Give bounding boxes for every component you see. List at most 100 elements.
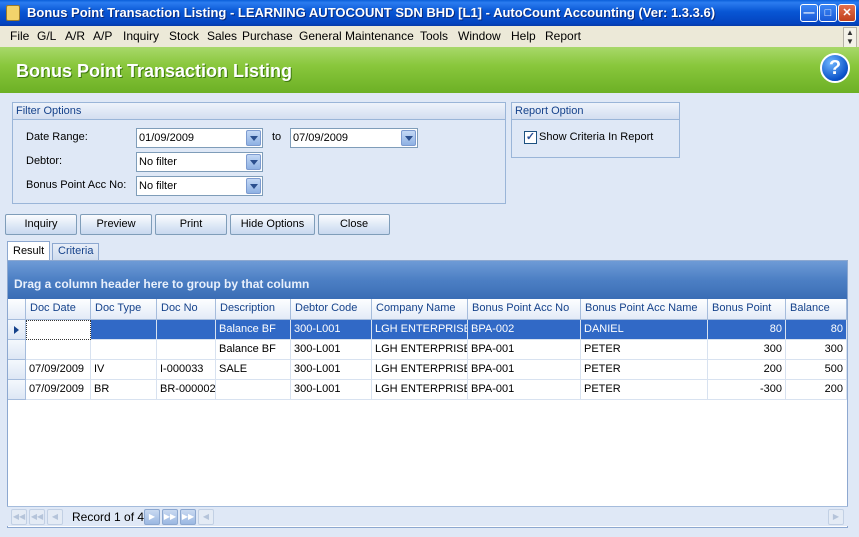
column-header-doc-type[interactable]: Doc Type [91,299,157,320]
cell-bonus-acc-no[interactable]: BPA-001 [468,340,581,360]
group-by-panel[interactable]: Drag a column header here to group by th… [8,261,847,299]
record-counter: Record 1 of 4 [72,510,145,524]
menu-gl[interactable]: G/L [37,29,56,43]
hide-options-button[interactable]: Hide Options [230,214,315,235]
filter-options-group: Filter Options Date Range: 01/09/2009 to… [12,102,506,204]
cell-balance[interactable]: 500 [786,360,847,380]
print-button[interactable]: Print [155,214,227,235]
inquiry-button[interactable]: Inquiry [5,214,77,235]
cell-bonus-acc-name[interactable]: PETER [581,360,708,380]
cell-doc-type[interactable] [91,340,157,360]
close-button[interactable]: Close [318,214,390,235]
menu-tools[interactable]: Tools [420,29,448,43]
cell-description[interactable]: Balance BF [216,320,291,340]
cell-company-name[interactable]: LGH ENTERPRISE [372,380,468,400]
cell-doc-type[interactable]: BR [91,380,157,400]
next-page-icon[interactable]: ▶▶ [162,509,178,525]
help-icon[interactable]: ? [820,53,850,83]
preview-button[interactable]: Preview [80,214,152,235]
cell-doc-type[interactable] [91,320,157,340]
cell-bonus-acc-name[interactable]: DANIEL [581,320,708,340]
table-row[interactable]: 07/09/2009 BR BR-000002 300-L001 LGH ENT… [8,380,847,400]
table-row[interactable]: Balance BF 300-L001 LGH ENTERPRISE BPA-0… [8,320,847,340]
date-to-value: 07/09/2009 [293,132,349,144]
cell-debtor-code[interactable]: 300-L001 [291,380,372,400]
cell-bonus-acc-name[interactable]: PETER [581,380,708,400]
column-header-bonus-acc-name[interactable]: Bonus Point Acc Name [581,299,708,320]
date-from-field[interactable]: 01/09/2009 [136,128,263,148]
cell-doc-type[interactable]: IV [91,360,157,380]
cell-doc-date[interactable]: 07/09/2009 [26,360,91,380]
column-header-doc-date[interactable]: Doc Date [26,299,91,320]
table-row[interactable]: 07/09/2009 IV I-000033 SALE 300-L001 LGH… [8,360,847,380]
minimize-button[interactable]: — [800,4,818,22]
date-to-field[interactable]: 07/09/2009 [290,128,418,148]
cell-doc-no[interactable]: I-000033 [157,360,216,380]
cell-debtor-code[interactable]: 300-L001 [291,340,372,360]
next-record-icon[interactable]: ▶ [144,509,160,525]
menu-purchase[interactable]: Purchase [242,29,293,43]
menu-ar[interactable]: A/R [65,29,85,43]
menu-file[interactable]: File [10,29,29,43]
scroll-left-icon[interactable]: ◀ [198,509,214,525]
cell-bonus-point[interactable]: 200 [708,360,786,380]
menu-ap[interactable]: A/P [93,29,112,43]
cell-company-name[interactable]: LGH ENTERPRISE [372,360,468,380]
tab-result[interactable]: Result [7,241,51,261]
menu-inquiry[interactable]: Inquiry [123,29,159,43]
show-criteria-checkbox[interactable]: ✓ [524,131,537,144]
close-window-button[interactable]: ✕ [838,4,856,22]
cell-doc-no[interactable] [157,340,216,360]
cell-doc-date[interactable] [26,320,91,340]
table-row[interactable]: Balance BF 300-L001 LGH ENTERPRISE BPA-0… [8,340,847,360]
cell-description[interactable]: SALE [216,360,291,380]
date-from-dropdown-icon[interactable] [246,130,261,146]
cell-doc-no[interactable]: BR-000002 [157,380,216,400]
previous-page-icon[interactable]: ◀◀ [29,509,45,525]
cell-bonus-acc-no[interactable]: BPA-001 [468,380,581,400]
first-record-icon[interactable]: ◀◀ [11,509,27,525]
previous-record-icon[interactable]: ◀ [47,509,63,525]
column-header-company-name[interactable]: Company Name [372,299,468,320]
menu-general-maintenance[interactable]: General Maintenance [299,29,414,43]
cell-debtor-code[interactable]: 300-L001 [291,360,372,380]
cell-doc-date[interactable] [26,340,91,360]
column-header-doc-no[interactable]: Doc No [157,299,216,320]
cell-bonus-acc-name[interactable]: PETER [581,340,708,360]
bonus-acc-dropdown-icon[interactable] [246,178,261,194]
cell-debtor-code[interactable]: 300-L001 [291,320,372,340]
debtor-dropdown-icon[interactable] [246,154,261,170]
cell-doc-date[interactable]: 07/09/2009 [26,380,91,400]
menu-help[interactable]: Help [511,29,536,43]
cell-bonus-point[interactable]: 80 [708,320,786,340]
tab-criteria[interactable]: Criteria [52,243,100,260]
record-navigator: ◀◀ ◀◀ ◀ Record 1 of 4 ▶ ▶▶ ▶▶ ◀ ▶ [7,506,848,526]
column-header-balance[interactable]: Balance [786,299,847,320]
last-record-icon[interactable]: ▶▶ [180,509,196,525]
column-header-bonus-point[interactable]: Bonus Point [708,299,786,320]
date-to-dropdown-icon[interactable] [401,130,416,146]
menu-window[interactable]: Window [458,29,501,43]
cell-description[interactable] [216,380,291,400]
menu-stock[interactable]: Stock [169,29,199,43]
cell-bonus-point[interactable]: -300 [708,380,786,400]
cell-description[interactable]: Balance BF [216,340,291,360]
debtor-field[interactable]: No filter [136,152,263,172]
cell-doc-no[interactable] [157,320,216,340]
cell-balance[interactable]: 300 [786,340,847,360]
column-header-debtor-code[interactable]: Debtor Code [291,299,372,320]
cell-bonus-point[interactable]: 300 [708,340,786,360]
bonus-acc-field[interactable]: No filter [136,176,263,196]
cell-balance[interactable]: 80 [786,320,847,340]
column-header-bonus-acc-no[interactable]: Bonus Point Acc No [468,299,581,320]
cell-balance[interactable]: 200 [786,380,847,400]
menu-sales[interactable]: Sales [207,29,237,43]
maximize-button[interactable]: □ [819,4,837,22]
scroll-right-icon[interactable]: ▶ [828,509,844,525]
cell-bonus-acc-no[interactable]: BPA-001 [468,360,581,380]
cell-company-name[interactable]: LGH ENTERPRISE [372,320,468,340]
column-header-description[interactable]: Description [216,299,291,320]
cell-company-name[interactable]: LGH ENTERPRISE [372,340,468,360]
cell-bonus-acc-no[interactable]: BPA-002 [468,320,581,340]
menu-report[interactable]: Report [545,29,581,43]
